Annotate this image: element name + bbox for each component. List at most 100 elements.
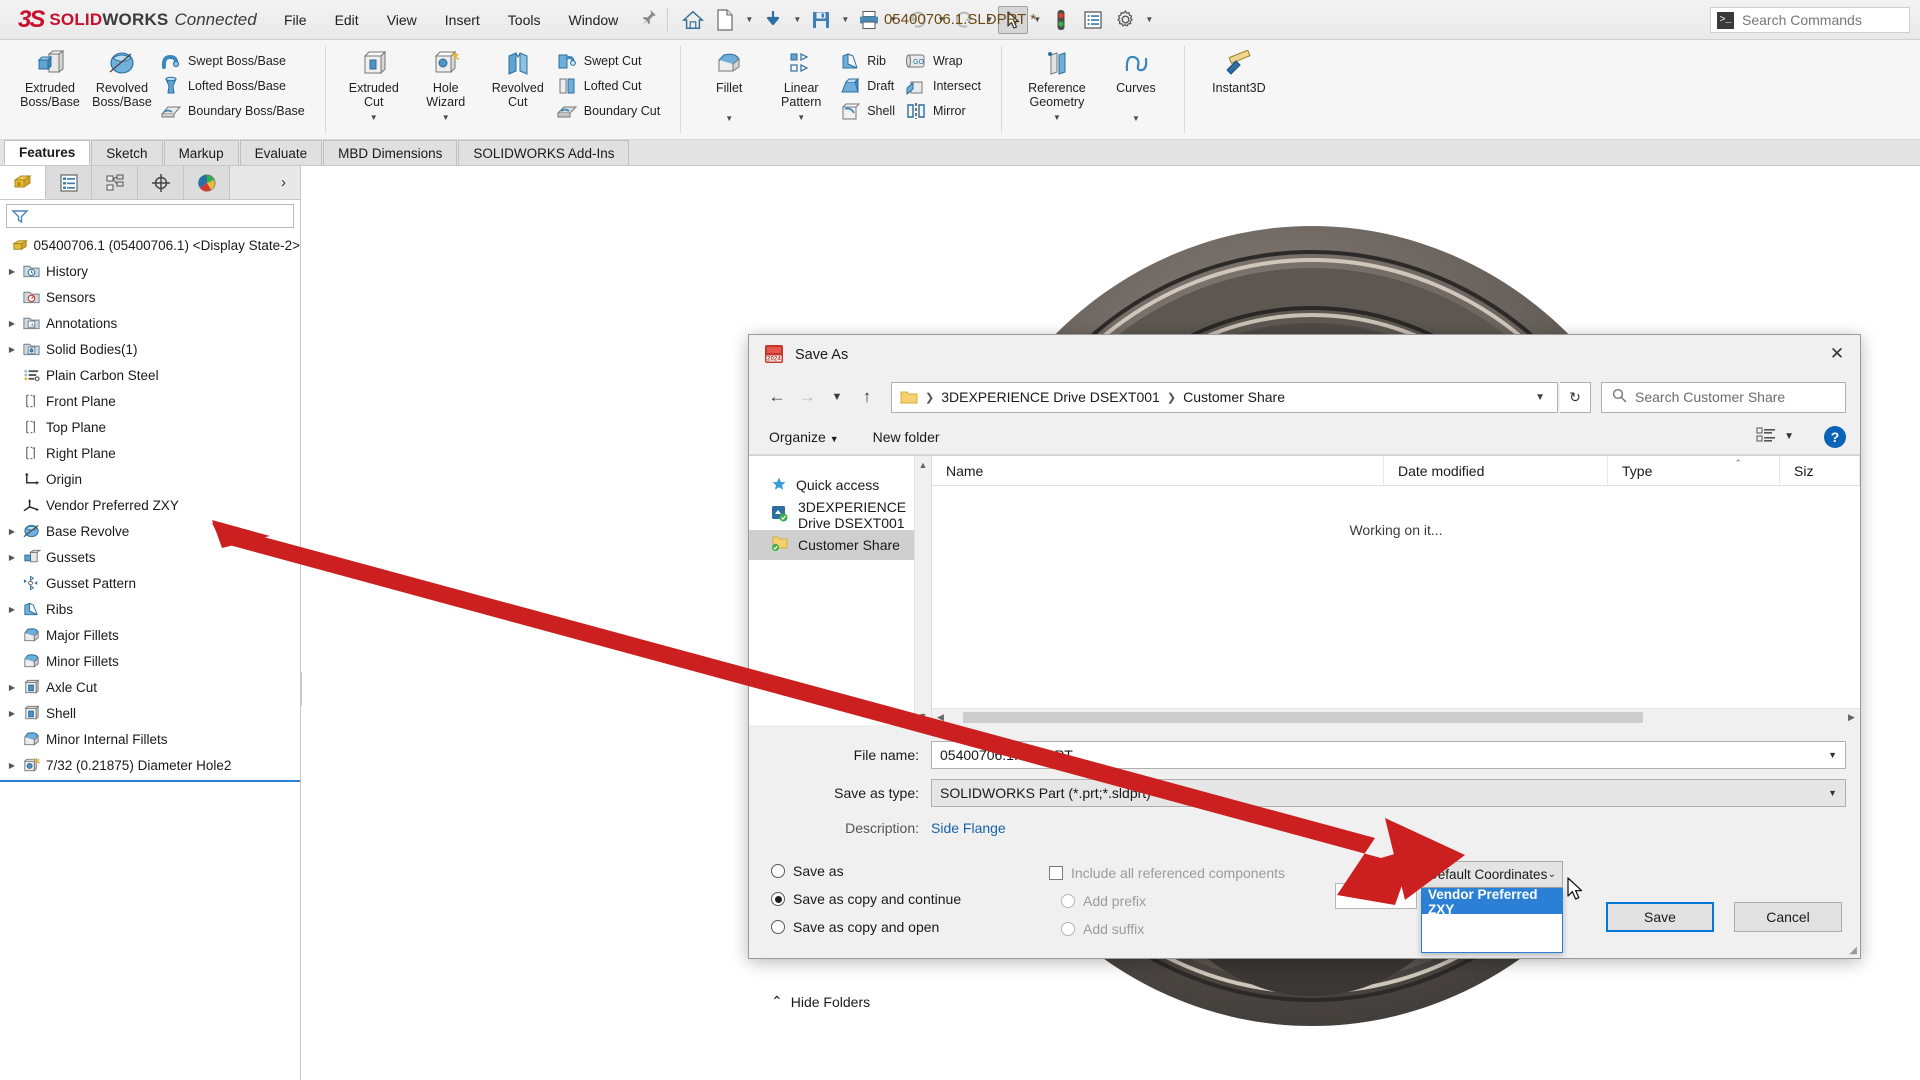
property-manager-tab[interactable]: [46, 166, 92, 199]
recent-locations-caret-icon[interactable]: ▼: [823, 383, 851, 411]
undo-caret-icon[interactable]: ▼: [934, 6, 948, 34]
chevron-down-icon[interactable]: ⌄: [1548, 869, 1556, 880]
expand-arrow-icon[interactable]: ▶: [4, 319, 20, 328]
breadcrumb-drive[interactable]: 3DEXPERIENCE Drive DSEXT001: [937, 387, 1164, 407]
select-cursor-icon[interactable]: [998, 6, 1028, 34]
feature-filter-input[interactable]: [6, 204, 294, 228]
redo-caret-icon[interactable]: ▼: [982, 6, 996, 34]
new-document-icon[interactable]: [710, 6, 740, 34]
file-properties-icon[interactable]: [1078, 6, 1108, 34]
dimxpert-manager-tab[interactable]: [138, 166, 184, 199]
radio-save-as-copy-and-continue[interactable]: Save as copy and continue: [771, 885, 1049, 913]
hole-wizard-button[interactable]: HoleWizard ▼: [410, 44, 482, 122]
display-manager-tab[interactable]: [184, 166, 230, 199]
swept-cut-button[interactable]: Swept Cut: [554, 48, 668, 73]
nav-item-customer-share[interactable]: Customer Share: [749, 530, 931, 560]
new-document-caret-icon[interactable]: ▼: [742, 6, 756, 34]
hide-folders-button[interactable]: ⌃ Hide Folders: [749, 993, 1860, 1010]
tab-evaluate[interactable]: Evaluate: [240, 140, 323, 165]
print-icon[interactable]: [854, 6, 884, 34]
fillet-button[interactable]: Fillet ▼: [693, 44, 765, 123]
lofted-boss-base-button[interactable]: Lofted Boss/Base: [158, 73, 313, 98]
tree-rollback-bar[interactable]: [0, 780, 300, 782]
close-icon[interactable]: ✕: [1814, 335, 1860, 373]
print-caret-icon[interactable]: ▼: [886, 6, 900, 34]
forward-button[interactable]: →: [793, 383, 821, 411]
file-name-dropdown-icon[interactable]: ▼: [1828, 750, 1837, 760]
radio-save-as-copy-and-open[interactable]: Save as copy and open: [771, 913, 1049, 941]
extruded-boss-base-button[interactable]: ExtrudedBoss/Base: [14, 44, 86, 109]
cancel-button[interactable]: Cancel: [1734, 902, 1842, 932]
curves-caret-icon[interactable]: ▼: [1132, 114, 1140, 123]
scrollbar-thumb[interactable]: [963, 712, 1643, 723]
boundary-boss-base-button[interactable]: Boundary Boss/Base: [158, 98, 313, 123]
tab-markup[interactable]: Markup: [164, 140, 239, 165]
save-as-type-dropdown-icon[interactable]: ▼: [1828, 788, 1837, 798]
feature-manager-tree-tab[interactable]: [0, 166, 46, 199]
address-breadcrumb-bar[interactable]: ❯ 3DEXPERIENCE Drive DSEXT001 ❯ Customer…: [891, 382, 1558, 413]
tree-item-right-plane[interactable]: Right Plane: [0, 440, 300, 466]
coordinate-system-combo[interactable]: Default Coordinates ⌄: [1421, 861, 1563, 888]
column-name[interactable]: Name: [932, 456, 1384, 485]
tree-item-vendor-preferred-zxy[interactable]: Vendor Preferred ZXY: [0, 492, 300, 518]
breadcrumb-customer-share[interactable]: Customer Share: [1179, 387, 1289, 407]
view-layout-icon[interactable]: [1756, 427, 1776, 446]
draft-button[interactable]: Draft: [837, 73, 903, 98]
intersect-button[interactable]: Intersect: [903, 73, 989, 98]
tree-item-front-plane[interactable]: Front Plane: [0, 388, 300, 414]
expand-arrow-icon[interactable]: ▶: [4, 605, 20, 614]
expand-arrow-icon[interactable]: ▶: [4, 553, 20, 562]
menu-tools[interactable]: Tools: [494, 6, 555, 34]
curves-button[interactable]: Curves ▼: [1100, 44, 1172, 123]
mirror-button[interactable]: Mirror: [903, 98, 989, 123]
expand-arrow-icon[interactable]: ▶: [4, 709, 20, 718]
shell-button[interactable]: Shell: [837, 98, 903, 123]
organize-button[interactable]: Organize ▼: [763, 426, 845, 448]
tree-item-material[interactable]: Plain Carbon Steel: [0, 362, 300, 388]
rebuild-traffic-light-icon[interactable]: [1046, 6, 1076, 34]
undo-icon[interactable]: [902, 6, 932, 34]
scroll-right-arrow-icon[interactable]: ▶: [1843, 712, 1860, 723]
configuration-manager-tab[interactable]: [92, 166, 138, 199]
instant3d-button[interactable]: Instant3D: [1197, 44, 1281, 96]
wrap-button[interactable]: GO Wrap: [903, 48, 989, 73]
tab-sketch[interactable]: Sketch: [91, 140, 162, 165]
radio-save-as[interactable]: Save as: [771, 857, 1049, 885]
extruded-cut-button[interactable]: ExtrudedCut ▼: [338, 44, 410, 122]
file-name-input[interactable]: 05400706.1.SLDPRT ▼: [931, 741, 1846, 769]
home-icon[interactable]: [678, 6, 708, 34]
reference-geometry-button[interactable]: ReferenceGeometry ▼: [1014, 44, 1100, 122]
revolved-boss-base-button[interactable]: RevolvedBoss/Base: [86, 44, 158, 109]
help-icon[interactable]: ?: [1824, 426, 1846, 448]
reference-geometry-caret-icon[interactable]: ▼: [1053, 113, 1061, 122]
checkbox-include-all-referenced-components[interactable]: Include all referenced components: [1049, 859, 1339, 887]
select-caret-icon[interactable]: ▼: [1030, 6, 1044, 34]
scroll-up-arrow-icon[interactable]: ▲: [919, 456, 928, 470]
linear-pattern-caret-icon[interactable]: ▼: [797, 113, 805, 122]
tree-item-origin[interactable]: Origin: [0, 466, 300, 492]
expand-arrow-icon[interactable]: ▶: [4, 345, 20, 354]
tree-item-axle-cut[interactable]: ▶Axle Cut: [0, 674, 300, 700]
open-document-caret-icon[interactable]: ▼: [790, 6, 804, 34]
dropdown-option-vendor-preferred-zxy[interactable]: Vendor Preferred ZXY: [1422, 889, 1562, 914]
menu-view[interactable]: View: [373, 6, 431, 34]
linear-pattern-button[interactable]: LinearPattern ▼: [765, 44, 837, 122]
column-type[interactable]: Type: [1608, 456, 1780, 485]
up-one-level-button[interactable]: ↑: [853, 383, 881, 411]
nav-item-quick-access[interactable]: Quick access: [749, 470, 931, 500]
view-mode-caret-icon[interactable]: ▼: [1784, 431, 1794, 442]
file-list-horizontal-scrollbar[interactable]: ◀ ▶: [932, 708, 1860, 725]
breadcrumb-dropdown-icon[interactable]: ▼: [1527, 392, 1553, 403]
tree-item-annotations[interactable]: ▶AAnnotations: [0, 310, 300, 336]
search-commands-input[interactable]: >_ Search Commands: [1710, 7, 1910, 33]
coordinate-system-dropdown-list[interactable]: Vendor Preferred ZXY: [1421, 888, 1563, 953]
tree-item-gusset-pattern[interactable]: Gusset Pattern: [0, 570, 300, 596]
expand-arrow-icon[interactable]: ▶: [4, 683, 20, 692]
column-date-modified[interactable]: Date modified: [1384, 456, 1608, 485]
tree-item-base-revolve[interactable]: ▶Base Revolve: [0, 518, 300, 544]
rib-button[interactable]: Rib: [837, 48, 903, 73]
tree-item-solid-bodies[interactable]: ▶Solid Bodies(1): [0, 336, 300, 362]
extruded-cut-caret-icon[interactable]: ▼: [370, 113, 378, 122]
expand-arrow-icon[interactable]: ▶: [4, 527, 20, 536]
lofted-cut-button[interactable]: Lofted Cut: [554, 73, 668, 98]
